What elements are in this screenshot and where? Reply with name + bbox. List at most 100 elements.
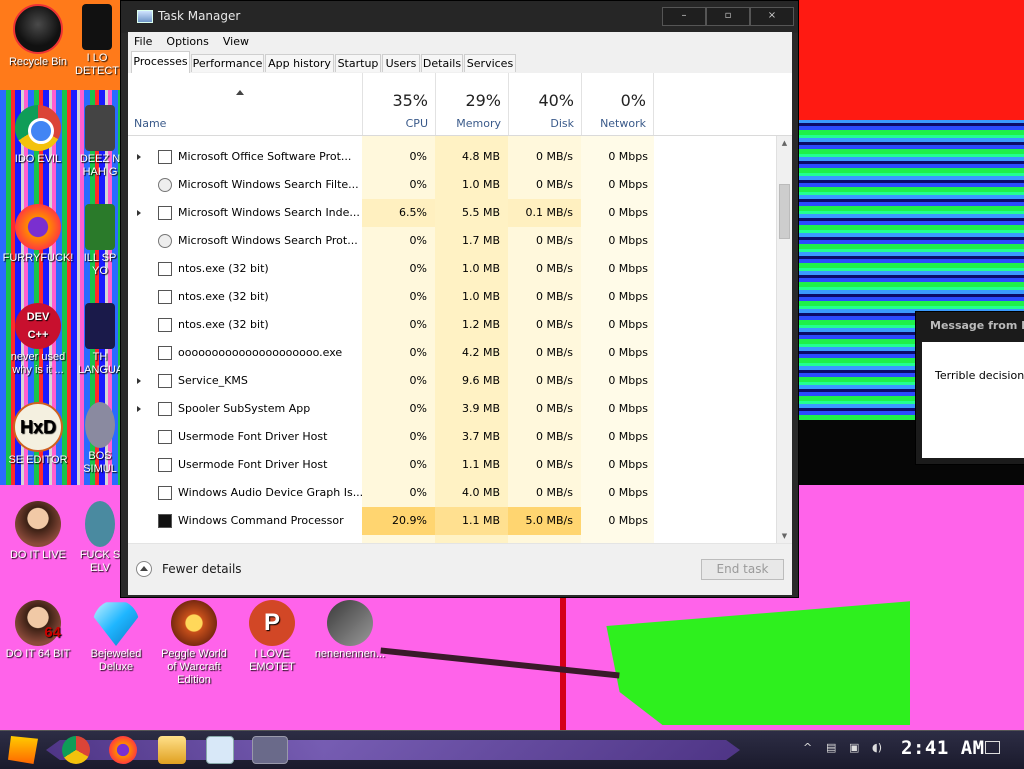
tab-app-history[interactable]: App history <box>265 54 334 72</box>
taskbar-decoration <box>46 740 740 760</box>
scrollbar-thumb[interactable] <box>779 184 790 239</box>
process-name: Microsoft Windows Search Inde... <box>178 206 360 219</box>
desktop-icon-devcpp[interactable]: DEV C++ never used why is it ... <box>0 303 76 377</box>
process-network: 0 Mbps <box>608 374 648 387</box>
tray-device-icon[interactable]: ▤ <box>826 741 836 754</box>
desktop-icon-peggle[interactable]: Peggle World of Warcraft Edition <box>156 600 232 687</box>
process-row[interactable]: ntos.exe (32 bit) 0% 1.0 MB 0 MB/s 0 Mbps <box>128 283 776 311</box>
task-manager-content: File Options View Processes Performance … <box>128 32 792 595</box>
process-row[interactable]: ooooooooooooooooooooo.exe 0% 4.2 MB 0 MB/s 0… <box>128 339 776 367</box>
taskbar-task-manager-icon[interactable] <box>206 736 234 764</box>
scroll-up-arrow-icon[interactable]: ▲ <box>777 136 792 150</box>
column-header-disk[interactable]: 40% Disk <box>508 73 581 135</box>
desktop-icon-deez[interactable]: DEEZ N HAH G <box>78 105 122 179</box>
expand-arrow-icon[interactable] <box>137 210 141 216</box>
taskbar-file-explorer-icon[interactable] <box>158 736 186 764</box>
collapse-arrow-icon[interactable] <box>136 561 152 577</box>
desktop-icon-detect[interactable]: I LO DETECT <box>72 4 122 78</box>
desktop-icon-label: I LO DETECT <box>75 52 119 77</box>
process-cpu: 0% <box>409 374 427 387</box>
process-name-cell: Usermode Font Driver Host <box>128 451 362 479</box>
minimize-button[interactable]: – <box>662 7 706 26</box>
taskbar-message-box-icon[interactable] <box>252 736 288 764</box>
start-button-icon[interactable] <box>8 736 38 764</box>
desktop-icon-recycle-bin[interactable]: Recycle Bin <box>0 4 76 69</box>
title-bar[interactable]: Task Manager – ▫ × <box>121 1 798 33</box>
process-icon <box>158 234 172 248</box>
expand-arrow-icon[interactable] <box>137 406 141 412</box>
process-row[interactable]: Windows Audio Device Graph Is... 0% 4.0 MB… <box>128 479 776 507</box>
process-disk: 0 MB/s <box>536 178 573 191</box>
desktop-icon-bos[interactable]: BOS SIMUL <box>78 402 122 476</box>
desktop-icon-bejeweled[interactable]: Bejeweled Deluxe <box>78 600 154 674</box>
fewer-details-link[interactable]: Fewer details <box>162 562 242 576</box>
tab-performance[interactable]: Performance <box>191 54 264 72</box>
column-header-network[interactable]: 0% Network <box>581 73 654 135</box>
powerpoint-icon: P <box>249 600 295 646</box>
desktop-icon-hxd[interactable]: HxD SE EDITOR <box>0 402 76 467</box>
peggle-icon <box>171 600 217 646</box>
menu-options[interactable]: Options <box>166 35 208 48</box>
expand-arrow-icon[interactable] <box>137 154 141 160</box>
menu-file[interactable]: File <box>134 35 152 48</box>
desktop-icon-language[interactable]: TH LANGUA <box>78 303 123 377</box>
tab-processes[interactable]: Processes <box>131 51 190 73</box>
app-icon <box>85 105 115 151</box>
app-icon <box>85 204 115 250</box>
tab-details[interactable]: Details <box>421 54 463 72</box>
desktop-icon-ill[interactable]: ILL SP YO <box>78 204 122 278</box>
tab-users[interactable]: Users <box>382 54 420 72</box>
desktop-icon-do-it-64[interactable]: 64 DO IT 64 BIT <box>0 600 76 661</box>
taskbar-chrome-icon[interactable] <box>62 736 90 764</box>
process-row[interactable]: Usermode Font Driver Host 0% 1.1 MB 0 MB/s 0… <box>128 451 776 479</box>
column-header-cpu[interactable]: 35% CPU <box>362 73 435 135</box>
process-row[interactable]: ntos.exe (32 bit) 0% 1.2 MB 0 MB/s 0 Mbps <box>128 311 776 339</box>
process-row[interactable]: Windows Command Processor 20.9% 1.1 MB 5.0 … <box>128 507 776 535</box>
process-row[interactable]: ntos.exe (32 bit) 0% 1.0 MB 0 MB/s 0 Mbps <box>128 255 776 283</box>
desktop-icon-fuck-elv[interactable]: FUCK S ELV <box>78 501 122 575</box>
volume-icon[interactable]: ◖) <box>872 741 882 754</box>
column-header-memory[interactable]: 29% Memory <box>435 73 508 135</box>
column-header-name[interactable]: Name <box>128 73 362 135</box>
desktop-icon-nenenennen[interactable]: nenenennen... <box>312 600 388 661</box>
menu-view[interactable]: View <box>223 35 249 48</box>
network-total: 0% <box>620 91 646 110</box>
process-network: 0 Mbps <box>608 206 648 219</box>
process-icon <box>158 150 172 164</box>
desktop-icon-do-it-live[interactable]: DO IT LIVE <box>0 501 76 562</box>
process-row[interactable]: Microsoft Windows Search Filte... 0% 1.0 M… <box>128 171 776 199</box>
process-row[interactable]: Microsoft Office Software Prot... 0% 4.8 M… <box>128 143 776 171</box>
show-hidden-icons-chevron-icon[interactable]: ^ <box>803 741 812 754</box>
process-name: Usermode Font Driver Host <box>178 458 328 471</box>
process-name: Service_KMS <box>178 374 248 387</box>
process-row[interactable]: Microsoft Windows Search Prot... 0% 1.7 MB… <box>128 227 776 255</box>
process-row[interactable]: Microsoft Windows Search Inde... 6.5% 5.5 … <box>128 199 776 227</box>
process-row[interactable]: Usermode Font Driver Host 0% 3.7 MB 0 MB/s 0… <box>128 423 776 451</box>
process-network: 0 Mbps <box>608 430 648 443</box>
notifications-icon[interactable] <box>985 741 1000 754</box>
process-row[interactable]: Spooler SubSystem App 0% 3.9 MB 0 MB/s 0 Mbp… <box>128 395 776 423</box>
process-cpu: 0% <box>409 290 427 303</box>
process-name-cell: Microsoft Office Software Prot... <box>128 143 362 171</box>
desktop-icon-label: nenenennen... <box>314 648 386 660</box>
desktop-icon-powerpoint[interactable]: P I LOVE EMOTET <box>234 600 310 674</box>
scroll-down-arrow-icon[interactable]: ▼ <box>777 529 792 543</box>
tab-startup[interactable]: Startup <box>335 54 381 72</box>
taskbar-firefox-icon[interactable] <box>109 736 137 764</box>
tab-services[interactable]: Services <box>464 54 516 72</box>
process-network: 0 Mbps <box>608 318 648 331</box>
process-cpu: 0% <box>409 486 427 499</box>
process-row[interactable]: Service_KMS 0% 9.6 MB 0 MB/s 0 Mbps <box>128 367 776 395</box>
process-cpu: 0% <box>409 318 427 331</box>
maximize-button[interactable]: ▫ <box>706 7 750 26</box>
close-button[interactable]: × <box>750 7 794 26</box>
expand-arrow-icon[interactable] <box>137 378 141 384</box>
desktop-icon-chrome[interactable]: IDO EVIL <box>0 105 76 166</box>
network-icon[interactable]: ▣ <box>849 741 859 754</box>
desktop-icon-firefox[interactable]: FURRYFUCK! <box>0 204 76 265</box>
clock[interactable]: 2:41 AM <box>901 737 985 759</box>
vertical-scrollbar[interactable]: ▲ ▼ <box>776 136 792 543</box>
end-task-button[interactable]: End task <box>701 559 784 580</box>
process-cpu: 0% <box>409 234 427 247</box>
process-name-cell: ooooooooooooooooooooo.exe <box>128 339 362 367</box>
